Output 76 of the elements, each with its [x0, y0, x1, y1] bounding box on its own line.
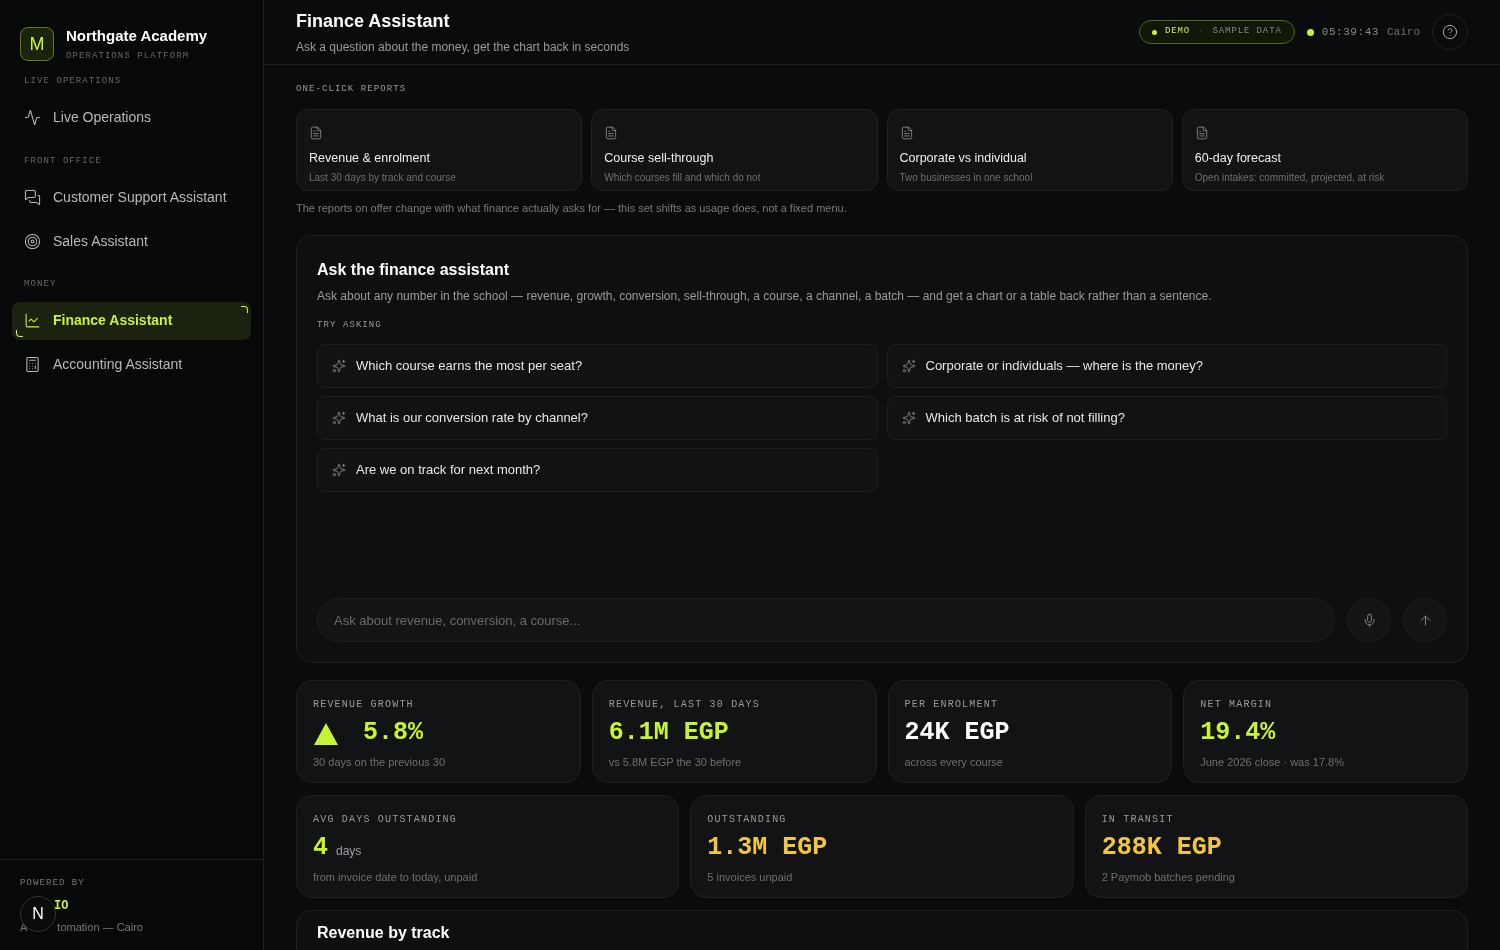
sidebar-item[interactable]: Customer Support Assistant [12, 178, 251, 216]
kpi-label: AVG DAYS OUTSTANDING [313, 813, 459, 827]
sidebar-item[interactable]: Accounting Assistant [12, 345, 251, 384]
powered-by-brand: IO [54, 897, 70, 915]
clock-city: Cairo [1387, 24, 1420, 40]
brand-subtitle: OPERATIONS PLATFORM [66, 49, 191, 63]
suggestion-chip[interactable]: Are we on track for next month? [317, 447, 878, 492]
question-input[interactable]: Ask about revenue, conversion, a course... [317, 598, 1335, 642]
sparkle-icon [901, 358, 916, 373]
kpi-label: REVENUE GROWTH [313, 698, 415, 712]
kpi-label: NET MARGIN [1200, 698, 1274, 712]
tagline-fragment: A [20, 919, 28, 935]
powered-by-label: POWERED BY [20, 877, 86, 890]
suggestion-chip[interactable]: Which course earns the most per seat? [317, 343, 878, 388]
line-chart-icon [24, 312, 41, 329]
kpi-label: PER ENROLMENT [904, 698, 1000, 712]
sparkle-icon [332, 462, 346, 477]
sidebar-item[interactable]: Finance Assistant [12, 301, 251, 340]
try-heading: TRY ASKING [317, 319, 383, 332]
suggestion-chip[interactable]: What is our conversion rate by channel? [317, 395, 878, 440]
send-button[interactable] [1403, 598, 1447, 642]
kpi-label: OUTSTANDING [707, 813, 788, 827]
panel-title: Revenue by track [317, 923, 451, 943]
kpi-value: 4 [313, 833, 328, 863]
chat-icon [24, 188, 41, 206]
reports-note: The reports on offer change with what finance actually asks for — this set shifts as usage does, not a fixed menu. [296, 200, 848, 216]
kpi-value: 24K EGP [904, 718, 1010, 748]
kpi-value: 288K EGP [1101, 833, 1222, 863]
kpi-note: 2 Paymob batches pending [1101, 870, 1236, 885]
panel-description: Ask about any number in the school — revenue, growth, conversion, sell-through, a course, a channel, a batch — and get a chart or a table back rather than a sentence. [317, 288, 1213, 305]
kpi-note: from invoice date to today, unpaid [313, 870, 479, 885]
kpi-unit: days [336, 843, 362, 860]
kpi-note: June 2026 close · was 17.8% [1200, 755, 1345, 770]
help-icon [1442, 24, 1458, 40]
kpi-note: vs 5.8M EGP the 30 before [608, 755, 743, 770]
tagline: tomation — Cairo [57, 919, 143, 935]
brand-logo: M [20, 27, 54, 61]
kpi-value: 6.1M EGP [608, 718, 729, 748]
pulse-icon [24, 109, 41, 126]
suggestion-chip[interactable]: Corporate or individuals — where is the money? [886, 343, 1447, 388]
report-card[interactable]: Corporate vs individual Two businesses in one school [886, 108, 1173, 191]
sidebar-item[interactable]: Sales Assistant [12, 222, 251, 260]
kpi-value: 19.4% [1200, 718, 1276, 748]
microphone-icon [1361, 612, 1377, 628]
target-icon [24, 232, 41, 250]
report-card[interactable]: 60-day forecast Open intakes: committed, projected, at risk [1181, 108, 1468, 191]
kpi-value: 5.8% [363, 718, 423, 748]
calculator-icon [24, 356, 41, 373]
brand-name: Northgate Academy [66, 26, 208, 46]
clock: 05:39:43 [1321, 24, 1379, 40]
document-icon [1194, 125, 1209, 140]
sparkle-icon [332, 410, 346, 425]
document-icon [604, 125, 619, 140]
report-card[interactable]: Course sell-through Which courses fill and which do not [591, 108, 878, 191]
section-heading: MONEY [23, 278, 58, 291]
kpi-label: IN TRANSIT [1101, 813, 1175, 827]
demo-badge: DEMO · SAMPLE DATA [1138, 20, 1295, 44]
section-heading: LIVE OPERATIONS [23, 75, 123, 88]
section-heading: FRONT OFFICE [23, 154, 103, 168]
report-card[interactable]: Revenue & enrolment Last 30 days by track and course [296, 108, 583, 191]
page-subtitle: Ask a question about the money, get the chart back in seconds [296, 39, 630, 56]
kpi-note: 5 invoices unpaid [707, 870, 794, 885]
section-heading: ONE-CLICK REPORTS [296, 83, 408, 96]
page-title: Finance Assistant [296, 10, 451, 33]
panel-title: Ask the finance assistant [317, 260, 511, 280]
kpi-value: 1.3M EGP [707, 833, 828, 863]
sparkle-icon [901, 410, 916, 425]
document-icon [309, 125, 323, 140]
sparkle-icon [332, 358, 346, 373]
document-icon [899, 125, 914, 140]
kpi-label: REVENUE, LAST 30 DAYS [608, 698, 761, 712]
kpi-note: 30 days on the previous 30 [313, 755, 447, 770]
microphone-button[interactable] [1347, 598, 1391, 642]
sidebar-item[interactable]: Live Operations [12, 98, 251, 137]
kpi-note: across every course [904, 755, 1004, 770]
suggestion-chip[interactable]: Which batch is at risk of not filling? [886, 395, 1447, 440]
